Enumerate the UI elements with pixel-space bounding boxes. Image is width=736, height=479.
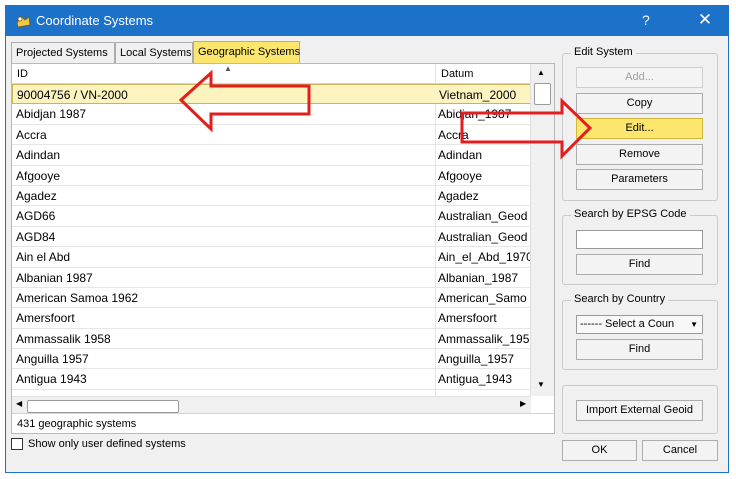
horizontal-scroll-thumb[interactable] bbox=[27, 400, 179, 413]
tab-local-systems[interactable]: Local Systems bbox=[115, 42, 193, 63]
cell-id: Albanian 1987 bbox=[16, 270, 93, 285]
cell-id: 90004756 / VN-2000 bbox=[17, 88, 128, 102]
cell-id: Abidjan 1987 bbox=[16, 107, 87, 122]
table-row[interactable]: Ain el Abd Ain_el_Abd_1970 bbox=[12, 247, 531, 268]
cell-id: Ammassalik 1958 bbox=[16, 331, 111, 346]
table-row[interactable]: Antigua 1943 Antigua_1943 bbox=[12, 369, 531, 390]
cell-datum: Ain_el_Abd_1970 bbox=[438, 250, 530, 265]
chevron-down-icon: ▼ bbox=[690, 320, 698, 329]
cell-datum: Anguilla_1957 bbox=[438, 352, 515, 367]
cell-datum: American_Samo bbox=[438, 290, 527, 305]
table-row[interactable]: Ammassalik 1958 Ammassalik_195 bbox=[12, 329, 531, 350]
edit-button[interactable]: Edit... bbox=[576, 118, 703, 139]
country-select[interactable]: ------ Select a Coun ▼ bbox=[576, 315, 703, 334]
cell-datum: Abidjan_1987 bbox=[438, 107, 512, 122]
search-country-title: Search by Country bbox=[571, 293, 669, 305]
import-external-geoid-button[interactable]: Import External Geoid bbox=[576, 400, 703, 421]
table-row[interactable]: Adindan Adindan bbox=[12, 145, 531, 166]
cell-datum: Ammassalik_195 bbox=[438, 331, 530, 346]
cell-id: American Samoa 1962 bbox=[16, 290, 139, 305]
cancel-button[interactable]: Cancel bbox=[642, 440, 718, 461]
find-epsg-button[interactable]: Find bbox=[576, 254, 703, 275]
table-row[interactable]: AGD84 Australian_Geod bbox=[12, 227, 531, 248]
table-row[interactable]: Afgooye Afgooye bbox=[12, 166, 531, 186]
vertical-scroll-thumb[interactable] bbox=[534, 83, 551, 105]
title-bar: Coordinate Systems ? ✕ bbox=[6, 6, 728, 36]
column-header-id-label: ID bbox=[17, 68, 28, 80]
table-row[interactable]: Amersfoort Amersfoort bbox=[12, 308, 531, 329]
scroll-up-icon[interactable]: ▲ bbox=[537, 68, 545, 77]
table-row[interactable]: AGD66 Australian_Geod bbox=[12, 206, 531, 227]
table-row[interactable]: 90004756 / VN-2000 Vietnam_2000 bbox=[12, 84, 531, 105]
cell-id: Accra bbox=[16, 127, 47, 142]
horizontal-scrollbar[interactable]: ◀ ▶ bbox=[12, 396, 531, 414]
cell-datum: Afgooye bbox=[438, 168, 483, 183]
help-button[interactable]: ? bbox=[642, 12, 650, 28]
scroll-down-icon[interactable]: ▼ bbox=[537, 380, 545, 389]
cell-id: Afgooye bbox=[16, 168, 61, 183]
find-country-button[interactable]: Find bbox=[576, 339, 703, 360]
cell-datum: Amersfoort bbox=[438, 311, 497, 326]
add-button[interactable]: Add... bbox=[576, 67, 703, 88]
close-button[interactable]: ✕ bbox=[690, 8, 720, 32]
tab-projected-systems[interactable]: Projected Systems bbox=[11, 42, 115, 63]
table-row[interactable]: Abidjan 1987 Abidjan_1987 bbox=[12, 104, 531, 125]
search-epsg-title: Search by EPSG Code bbox=[571, 208, 690, 220]
user-defined-only-checkbox[interactable] bbox=[11, 438, 23, 450]
cell-datum: Agadez bbox=[438, 188, 479, 203]
cell-id: Agadez bbox=[16, 188, 57, 203]
cell-datum: Albanian_1987 bbox=[438, 270, 519, 285]
table-rows: 90004756 / VN-2000 Vietnam_2000 Abidjan 19… bbox=[12, 84, 531, 390]
system-count-status: 431 geographic systems bbox=[12, 413, 554, 433]
table-row[interactable]: American Samoa 1962 American_Samo bbox=[12, 288, 531, 309]
coordinate-system-table: ID ▲ Datum 90004756 / VN-2000 Vietnam_200… bbox=[11, 63, 555, 434]
cell-id: Antigua 1943 bbox=[16, 372, 87, 387]
cell-datum: Accra bbox=[438, 127, 469, 142]
user-defined-only-label: Show only user defined systems bbox=[28, 438, 186, 450]
scroll-left-icon[interactable]: ◀ bbox=[16, 399, 22, 408]
cell-datum: Australian_Geod bbox=[438, 209, 528, 224]
cell-datum: Australian_Geod bbox=[438, 229, 528, 244]
cell-id: Amersfoort bbox=[16, 311, 75, 326]
ok-button[interactable]: OK bbox=[562, 440, 637, 461]
table-row[interactable]: Accra Accra bbox=[12, 125, 531, 146]
tab-geographic-systems[interactable]: Geographic Systems bbox=[193, 41, 300, 63]
cell-id: AGD66 bbox=[16, 209, 56, 224]
copy-button[interactable]: Copy bbox=[576, 93, 703, 114]
cell-datum: Antigua_1943 bbox=[438, 372, 513, 387]
country-select-value: ------ Select a Coun bbox=[580, 318, 675, 330]
table-row[interactable]: Anguilla 1957 Anguilla_1957 bbox=[12, 349, 531, 370]
cell-datum: Adindan bbox=[438, 148, 483, 163]
column-header-datum[interactable]: Datum bbox=[436, 64, 531, 84]
epsg-code-input[interactable] bbox=[576, 230, 703, 249]
scroll-right-icon[interactable]: ▶ bbox=[520, 399, 526, 408]
sort-ascending-icon: ▲ bbox=[224, 64, 232, 73]
cell-id: Ain el Abd bbox=[16, 250, 71, 265]
table-row[interactable]: Agadez Agadez bbox=[12, 186, 531, 207]
edit-system-title: Edit System bbox=[571, 46, 636, 58]
window-title: Coordinate Systems bbox=[36, 13, 154, 28]
table-row[interactable]: Albanian 1987 Albanian_1987 bbox=[12, 268, 531, 288]
column-header-datum-label: Datum bbox=[441, 68, 474, 80]
remove-button[interactable]: Remove bbox=[576, 144, 703, 165]
vertical-scrollbar[interactable]: ▲ ▼ bbox=[530, 64, 554, 396]
cell-id: AGD84 bbox=[16, 229, 56, 244]
cell-datum: Vietnam_2000 bbox=[439, 88, 517, 102]
parameters-button[interactable]: Parameters bbox=[576, 169, 703, 190]
cell-id: Adindan bbox=[16, 148, 61, 163]
app-icon bbox=[16, 15, 31, 28]
cell-id: Anguilla 1957 bbox=[16, 352, 89, 367]
